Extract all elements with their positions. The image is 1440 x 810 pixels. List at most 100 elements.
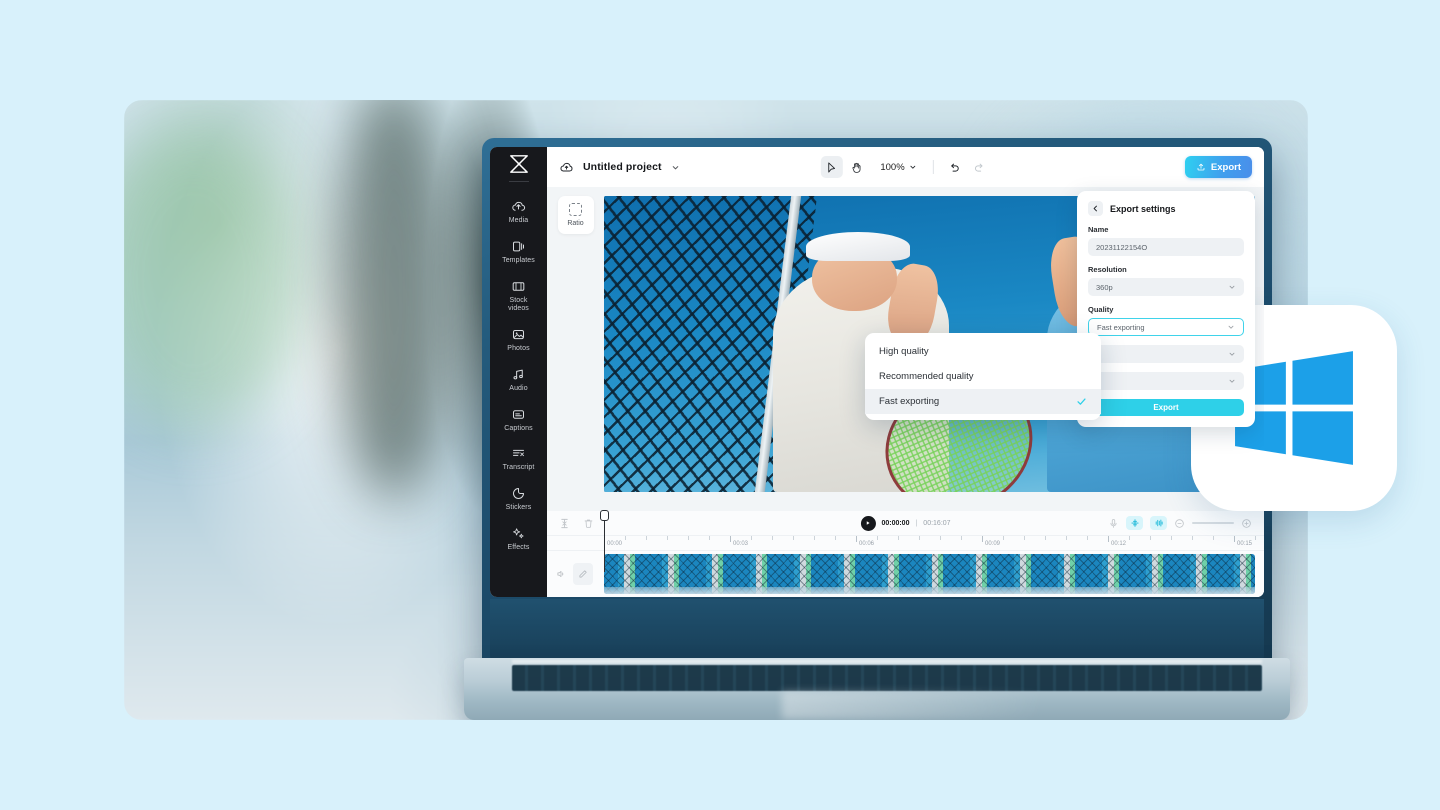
timeline-ruler[interactable]: 00:00 00:03 00:06 00:09 00:12 00:15 bbox=[547, 536, 1264, 551]
chevron-down-icon bbox=[1228, 325, 1234, 329]
film-strip-icon bbox=[512, 281, 525, 291]
quality-option-high[interactable]: High quality bbox=[865, 339, 1101, 364]
format-select-obscured[interactable] bbox=[1088, 345, 1244, 363]
resolution-select[interactable]: 360p bbox=[1088, 278, 1244, 296]
sidebar-item-stickers[interactable]: Stickers bbox=[490, 479, 547, 519]
timeline-zoom-slider[interactable] bbox=[1192, 522, 1234, 524]
select-tool-button[interactable] bbox=[820, 156, 843, 178]
hand-tool-button[interactable] bbox=[845, 156, 867, 178]
sidebar-item-templates[interactable]: Templates bbox=[490, 232, 547, 272]
preview-visor-cap bbox=[805, 231, 910, 262]
quality-dropdown-menu: High quality Recommended quality Fast ex… bbox=[865, 333, 1101, 420]
transcript-icon bbox=[513, 450, 524, 457]
sidebar-item-label: Effects bbox=[507, 543, 530, 551]
ruler-label: 00:12 bbox=[1111, 541, 1127, 547]
playhead-knob[interactable] bbox=[600, 510, 609, 521]
quality-option-label: Recommended quality bbox=[879, 371, 974, 382]
sidebar-item-label-line2: videos bbox=[508, 305, 529, 313]
crop-dashed-icon bbox=[569, 203, 582, 216]
quality-option-fast[interactable]: Fast exporting bbox=[865, 389, 1101, 414]
back-button[interactable] bbox=[1088, 201, 1103, 216]
chevron-down-icon bbox=[1229, 379, 1235, 383]
sidebar-item-transcript[interactable]: Transcript bbox=[490, 439, 547, 479]
captions-icon bbox=[513, 409, 524, 419]
play-icon bbox=[866, 521, 870, 525]
ratio-label: Ratio bbox=[567, 220, 584, 227]
chevron-down-icon bbox=[1229, 352, 1235, 356]
split-icon[interactable] bbox=[559, 518, 570, 529]
center-tool-group: 100% bbox=[820, 156, 990, 178]
ratio-button[interactable]: Ratio bbox=[557, 196, 594, 234]
name-field-label: Name bbox=[1088, 225, 1109, 234]
chevron-left-icon bbox=[1093, 205, 1097, 212]
image-icon bbox=[513, 329, 524, 340]
sidebar-item-label: Captions bbox=[504, 424, 533, 432]
zoom-level-value: 100% bbox=[880, 161, 905, 173]
sidebar-item-label: Templates bbox=[502, 256, 535, 264]
capcut-logo-icon bbox=[509, 155, 528, 173]
sidebar-item-label: Transcript bbox=[502, 464, 535, 472]
timecode-separator: | bbox=[915, 519, 918, 527]
undo-icon bbox=[951, 163, 959, 172]
quality-option-recommended[interactable]: Recommended quality bbox=[865, 364, 1101, 389]
timeline-transport: 00:00:00 | 00:16:07 bbox=[860, 515, 951, 531]
sidebar-item-label-line1: Stock bbox=[509, 296, 528, 304]
quality-select-value: Fast exporting bbox=[1097, 322, 1145, 332]
sidebar-item-stock-videos[interactable]: Stock videos bbox=[490, 272, 547, 321]
toolbar-divider bbox=[932, 160, 934, 174]
effects-sparkle-icon bbox=[513, 528, 524, 539]
pen-edit-icon bbox=[579, 570, 587, 578]
redo-icon bbox=[975, 163, 983, 172]
sticker-icon bbox=[513, 488, 524, 499]
video-clip[interactable] bbox=[604, 554, 1255, 594]
sidebar-item-photos[interactable]: Photos bbox=[490, 320, 547, 360]
clip-thumbnail-ground bbox=[604, 587, 1255, 594]
export-settings-panel: Export settings Name 20231122154O Resolu… bbox=[1077, 191, 1255, 427]
quality-option-label: High quality bbox=[879, 346, 929, 357]
total-timecode: 00:16:07 bbox=[923, 519, 951, 527]
sidebar-item-label: Audio bbox=[509, 384, 528, 392]
play-button[interactable] bbox=[860, 515, 876, 531]
check-icon bbox=[1077, 398, 1086, 405]
speaker-icon[interactable] bbox=[556, 569, 566, 579]
trash-icon[interactable] bbox=[583, 518, 594, 529]
cloud-sync-icon[interactable] bbox=[559, 160, 574, 175]
name-input[interactable]: 20231122154O bbox=[1088, 238, 1244, 256]
sidebar-item-label: Stickers bbox=[505, 504, 532, 511]
export-button-label: Export bbox=[1210, 161, 1241, 173]
zoom-out-icon[interactable] bbox=[1174, 518, 1185, 529]
project-title[interactable]: Untitled project bbox=[583, 161, 662, 173]
quality-field-label: Quality bbox=[1088, 305, 1114, 314]
music-note-icon bbox=[513, 369, 523, 380]
timeline: 00:00:00 | 00:16:07 00:00 00:03 00:06 00… bbox=[547, 510, 1264, 597]
workspace: Untitled project 100% Export Ratio Expor… bbox=[547, 147, 1264, 597]
auto-adjust-button[interactable] bbox=[1126, 516, 1143, 530]
current-timecode: 00:00:00 bbox=[881, 519, 910, 527]
quality-select[interactable]: Fast exporting bbox=[1088, 318, 1244, 336]
panel-export-button[interactable]: Export bbox=[1088, 399, 1244, 416]
undo-button[interactable] bbox=[944, 156, 966, 178]
sidebar-item-label: Media bbox=[508, 217, 529, 224]
framerate-select-obscured[interactable] bbox=[1088, 372, 1244, 390]
cursor-arrow-icon bbox=[828, 161, 836, 173]
playhead[interactable] bbox=[600, 510, 609, 572]
video-editor-app: Media Templates Stock videos Photos Audi… bbox=[490, 147, 1264, 597]
audio-wave-icon bbox=[1155, 519, 1163, 527]
timeline-tracks bbox=[547, 551, 1264, 597]
laptop-mockup: Media Templates Stock videos Photos Audi… bbox=[464, 138, 1290, 720]
laptop-base-sheen bbox=[782, 691, 1042, 719]
audio-wave-button[interactable] bbox=[1150, 516, 1167, 530]
sidebar-item-media[interactable]: Media bbox=[490, 192, 547, 232]
export-button[interactable]: Export bbox=[1184, 156, 1252, 178]
redo-button[interactable] bbox=[969, 156, 991, 178]
zoom-in-icon[interactable] bbox=[1241, 518, 1252, 529]
ratio-column: Ratio bbox=[547, 187, 604, 511]
sidebar-item-audio[interactable]: Audio bbox=[490, 360, 547, 400]
microphone-icon[interactable] bbox=[1108, 518, 1119, 529]
chevron-down-icon[interactable] bbox=[671, 163, 680, 172]
track-edit-button[interactable] bbox=[573, 563, 593, 585]
zoom-level-dropdown[interactable]: 100% bbox=[874, 156, 922, 178]
sidebar-item-effects[interactable]: Effects bbox=[490, 519, 547, 559]
sidebar-item-captions[interactable]: Captions bbox=[490, 400, 547, 440]
laptop-lid-chin bbox=[490, 599, 1264, 661]
